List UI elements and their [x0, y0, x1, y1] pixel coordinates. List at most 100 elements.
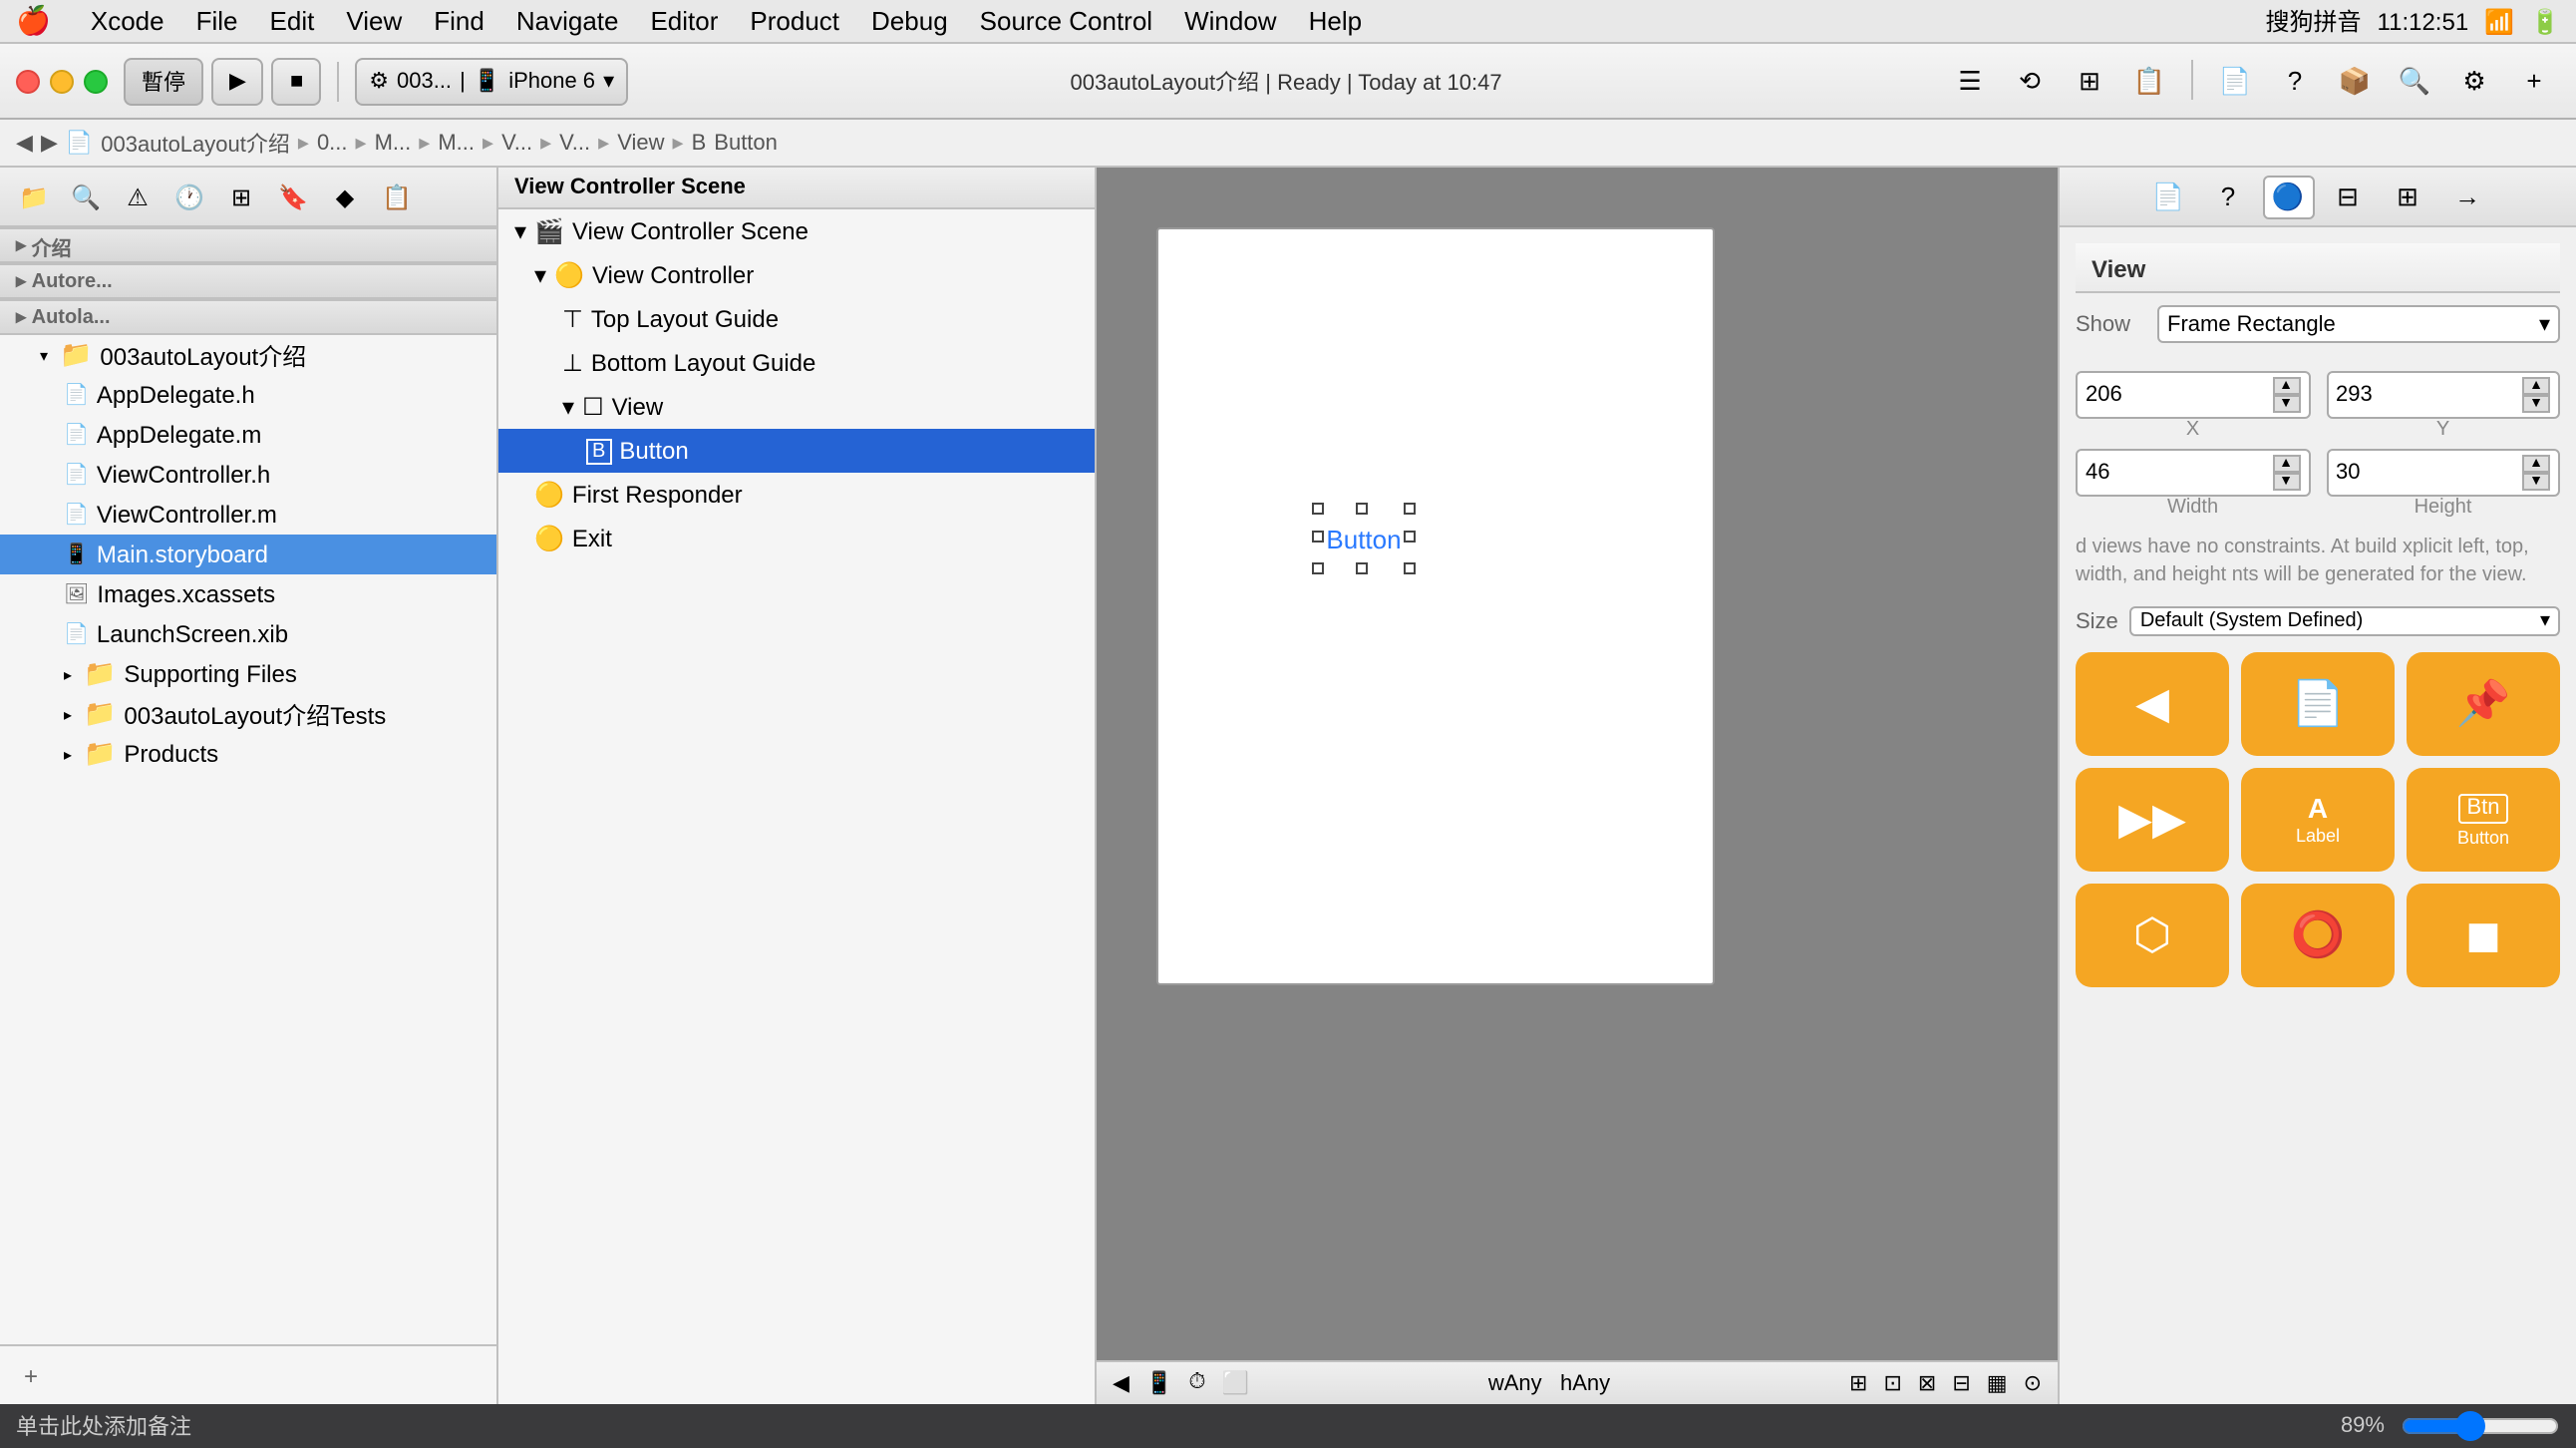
canvas-phone-icon[interactable]: 📱	[1145, 1370, 1172, 1396]
util-btn-play[interactable]: ▶▶	[2076, 768, 2229, 872]
sidebar-item-supporting-files[interactable]: ▸ 📁 Supporting Files	[0, 654, 496, 694]
outline-exit[interactable]: 🟡 Exit	[498, 517, 1095, 560]
outline-view-controller[interactable]: ▾ 🟡 View Controller	[498, 253, 1095, 297]
minimize-button[interactable]	[50, 69, 74, 93]
x-up[interactable]: ▲	[2272, 377, 2300, 395]
x-steppers[interactable]: ▲ ▼	[2272, 377, 2300, 413]
outline-top-layout[interactable]: ⊤ Top Layout Guide	[498, 297, 1095, 341]
file-inspector-toggle[interactable]: 📄	[2209, 59, 2261, 103]
util-btn-button[interactable]: Btn Button	[2407, 768, 2560, 872]
y-up[interactable]: ▲	[2522, 377, 2550, 395]
util-btn-cube[interactable]: ⬡	[2076, 884, 2229, 987]
menu-view[interactable]: View	[346, 6, 402, 36]
sidebar-breakpoint-icon[interactable]: ◆	[323, 177, 367, 216]
file-inspector-btn[interactable]: 📄	[2142, 175, 2194, 218]
canvas-zoom-icon[interactable]: ⊙	[2024, 1370, 2042, 1396]
height-up[interactable]: ▲	[2522, 455, 2550, 473]
sidebar-search-icon[interactable]: 🔍	[64, 177, 108, 216]
add-file-icon[interactable]: +	[24, 1361, 38, 1389]
nav-path-btn-forward[interactable]: ▶	[41, 130, 58, 156]
height-down[interactable]: ▼	[2522, 473, 2550, 491]
outline-view[interactable]: ▾ ☐ View	[498, 385, 1095, 429]
sidebar-bookmark-icon[interactable]: 🔖	[271, 177, 315, 216]
sidebar-item-main-storyboard[interactable]: 📱 Main.storyboard	[0, 535, 496, 574]
sidebar-item-tests[interactable]: ▸ 📁 003autoLayout介绍Tests	[0, 694, 496, 734]
nav-path-item-5[interactable]: V...	[559, 131, 590, 155]
outline-first-responder[interactable]: 🟡 First Responder	[498, 473, 1095, 517]
sidebar-grid-icon[interactable]: ⊞	[219, 177, 263, 216]
button-label-display[interactable]: Button	[1318, 509, 1410, 568]
nav-path-item-2[interactable]: M...	[375, 131, 412, 155]
x-input[interactable]: 206 ▲ ▼	[2076, 371, 2310, 419]
nav-path-item-6[interactable]: View	[617, 131, 664, 155]
util-btn-label[interactable]: A Label	[2241, 768, 2395, 872]
util-btn-back[interactable]: ◀	[2076, 652, 2229, 756]
nav-path-item-0[interactable]: 003autoLayout介绍	[101, 127, 290, 159]
run-button[interactable]: ▶	[211, 57, 264, 105]
util-btn-pin[interactable]: 📌	[2407, 652, 2560, 756]
navigator-toggle[interactable]: ☰	[1944, 59, 1996, 103]
scheme-selector[interactable]: ⚙ 003... | 📱 iPhone 6 ▾	[355, 57, 628, 105]
version-editor[interactable]: 📋	[2123, 59, 2175, 103]
menu-xcode[interactable]: Xcode	[91, 6, 164, 36]
nav-path-item-3[interactable]: M...	[438, 131, 475, 155]
stop-square-button[interactable]: ■	[272, 57, 321, 105]
sidebar-item-viewcontroller-m[interactable]: 📄 ViewController.m	[0, 495, 496, 535]
sidebar-item-project[interactable]: ▾ 📁 003autoLayout介绍	[0, 335, 496, 375]
attributes-inspector-btn[interactable]: ⊟	[2322, 175, 2374, 218]
quick-help-btn[interactable]: ?	[2202, 175, 2254, 218]
back-forward[interactable]: ⟲	[2004, 59, 2056, 103]
show-select[interactable]: Frame Rectangle ▾	[2157, 305, 2560, 343]
canvas-fit-icon[interactable]: ⊠	[1918, 1370, 1936, 1396]
menu-file[interactable]: File	[196, 6, 238, 36]
nav-path-item-1[interactable]: 0...	[317, 131, 348, 155]
close-button[interactable]	[16, 69, 40, 93]
canvas-debug-icon[interactable]: ⬜	[1222, 1370, 1249, 1396]
assistant-editor[interactable]: ⊞	[2064, 59, 2115, 103]
menu-find[interactable]: Find	[434, 6, 484, 36]
outline-bottom-layout[interactable]: ⊥ Bottom Layout Guide	[498, 341, 1095, 385]
canvas-align-icon[interactable]: ⊟	[1952, 1370, 1970, 1396]
nav-path-item-4[interactable]: V...	[501, 131, 532, 155]
x-down[interactable]: ▼	[2272, 395, 2300, 413]
maximize-button[interactable]	[84, 69, 108, 93]
width-steppers[interactable]: ▲ ▼	[2272, 455, 2300, 491]
zoom-slider[interactable]	[2401, 1410, 2560, 1442]
sidebar-warning-icon[interactable]: ⚠	[116, 177, 160, 216]
outline-view-controller-scene[interactable]: ▾ 🎬 View Controller Scene	[498, 209, 1095, 253]
y-down[interactable]: ▼	[2522, 395, 2550, 413]
sidebar-item-products[interactable]: ▸ 📁 Products	[0, 734, 496, 774]
menu-debug[interactable]: Debug	[871, 6, 948, 36]
width-down[interactable]: ▼	[2272, 473, 2300, 491]
connections-inspector-btn[interactable]: →	[2441, 175, 2493, 218]
stop-button[interactable]: 暫停	[124, 57, 203, 105]
sidebar-item-viewcontroller-h[interactable]: 📄 ViewController.h	[0, 455, 496, 495]
sidebar-item-images[interactable]: 🖼 Images.xcassets	[0, 574, 496, 614]
outline-button[interactable]: B Button	[498, 429, 1095, 473]
canvas-constraint-icon[interactable]: ⊡	[1883, 1370, 1901, 1396]
menu-product[interactable]: Product	[750, 6, 839, 36]
y-input[interactable]: 293 ▲ ▼	[2326, 371, 2560, 419]
sidebar-folder-icon[interactable]: 📁	[12, 177, 56, 216]
sidebar-item-appdelegate-h[interactable]: 📄 AppDelegate.h	[0, 375, 496, 415]
add-btn[interactable]: +	[2508, 59, 2560, 103]
y-steppers[interactable]: ▲ ▼	[2522, 377, 2550, 413]
menu-edit[interactable]: Edit	[270, 6, 315, 36]
util-btn-pages[interactable]: 📄	[2241, 652, 2395, 756]
canvas-left-icon[interactable]: ◀	[1113, 1370, 1129, 1396]
nav-path-item-7[interactable]: Button	[714, 131, 778, 155]
nav-path-btn-back[interactable]: ◀	[16, 130, 33, 156]
canvas-table-icon[interactable]: ▦	[1987, 1370, 2008, 1396]
sidebar-item-launchscreen[interactable]: 📄 LaunchScreen.xib	[0, 614, 496, 654]
menu-editor[interactable]: Editor	[650, 6, 718, 36]
identity-inspector-btn[interactable]: 🔵	[2262, 175, 2314, 218]
menu-help[interactable]: Help	[1309, 6, 1363, 36]
insp-toggle[interactable]: 🔍	[2389, 59, 2440, 103]
menu-window[interactable]: Window	[1184, 6, 1277, 36]
sidebar-report-icon[interactable]: 📋	[375, 177, 419, 216]
sidebar-history-icon[interactable]: 🕐	[167, 177, 211, 216]
size-inspector-btn[interactable]: ⊞	[2382, 175, 2433, 218]
util-btn-box[interactable]: ◼	[2407, 884, 2560, 987]
height-steppers[interactable]: ▲ ▼	[2522, 455, 2550, 491]
canvas-grid-icon[interactable]: ⊞	[1849, 1370, 1867, 1396]
